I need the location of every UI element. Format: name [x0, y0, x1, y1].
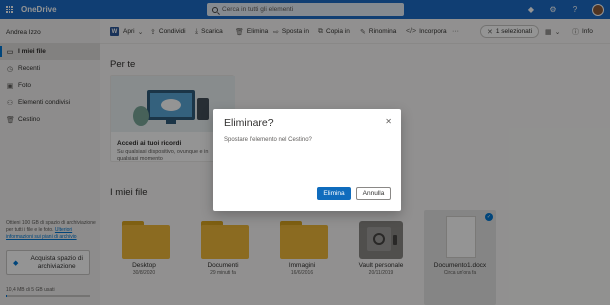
dialog-title: Eliminare?	[224, 117, 274, 129]
delete-dialog: Eliminare? ✕ Spostare l'elemento nel Ces…	[213, 109, 401, 211]
cancel-button[interactable]: Annulla	[356, 187, 391, 200]
dialog-message: Spostare l'elemento nel Cestino?	[224, 137, 312, 143]
confirm-delete-button[interactable]: Elimina	[317, 187, 351, 200]
close-icon[interactable]: ✕	[385, 117, 392, 126]
